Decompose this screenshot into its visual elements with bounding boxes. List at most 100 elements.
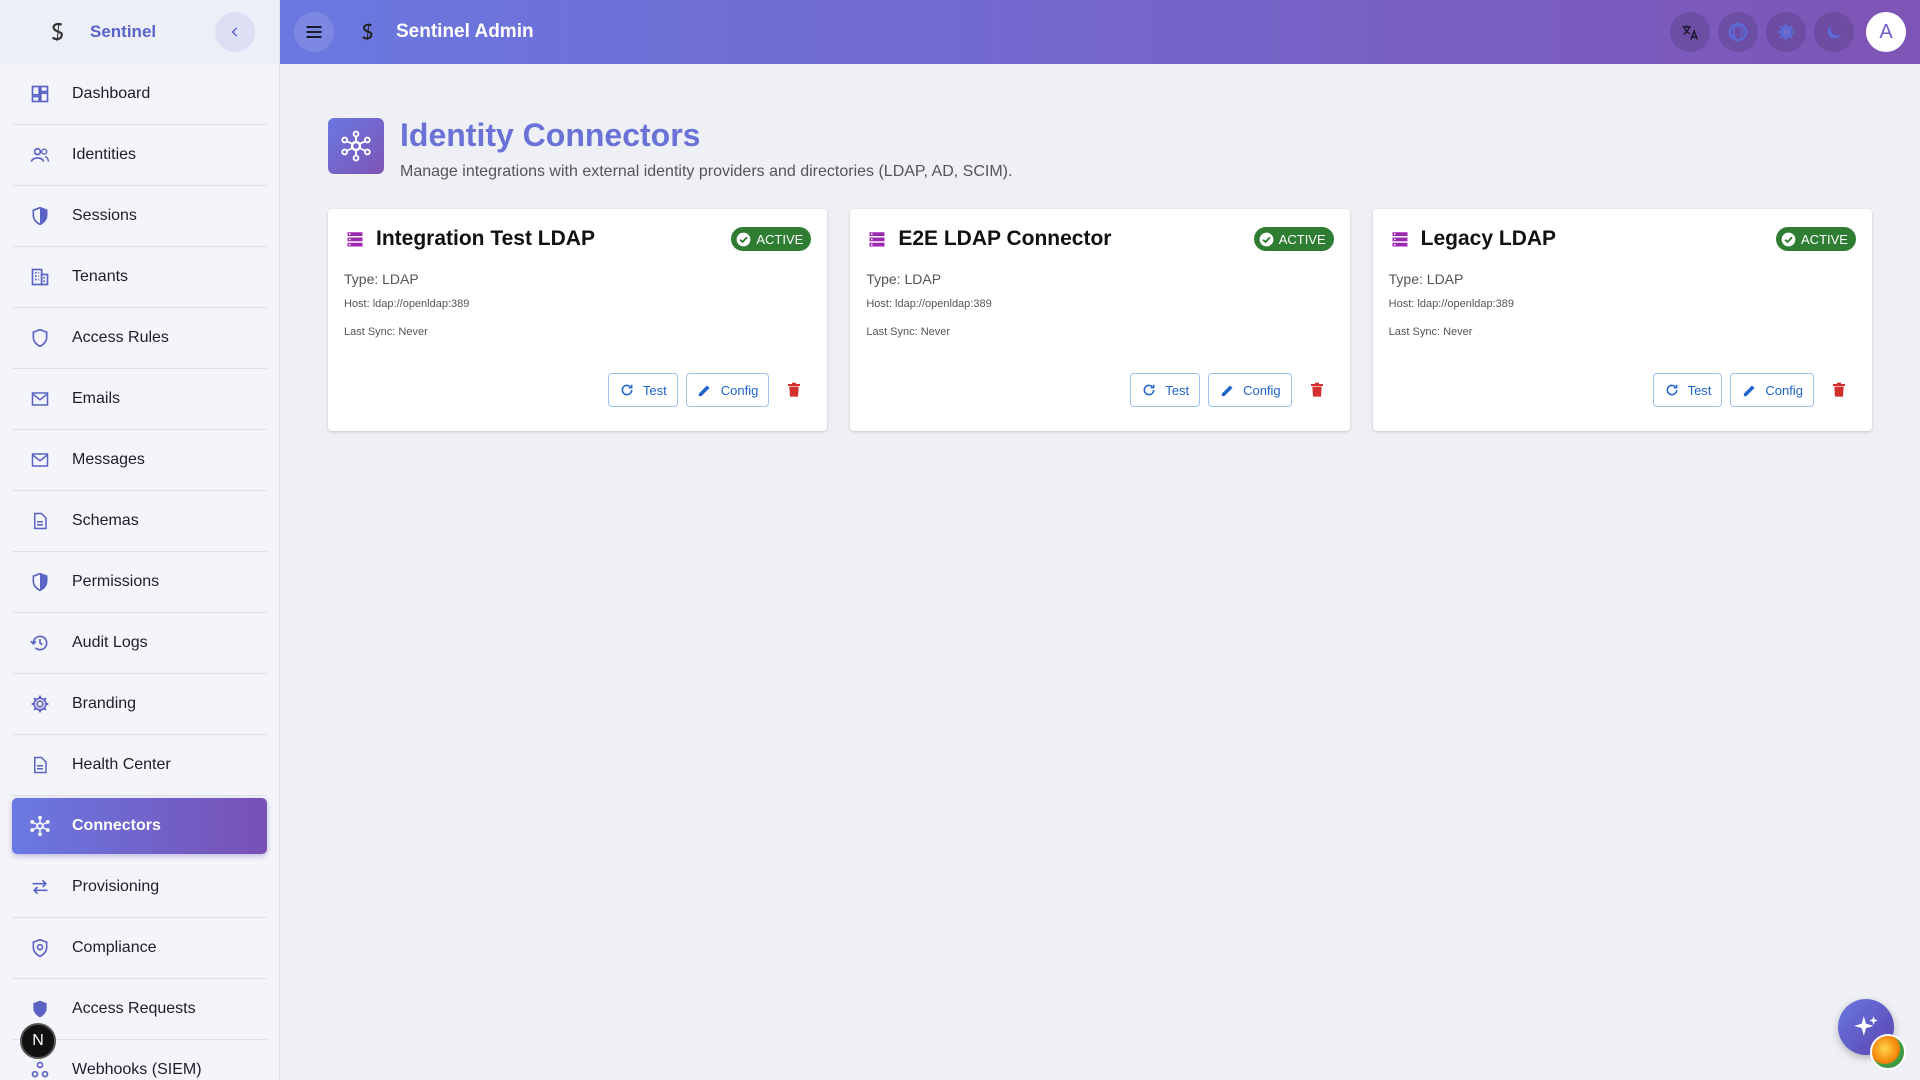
- sidebar-brand: Sentinel: [90, 22, 157, 41]
- sentinel-logo-icon: [46, 20, 70, 44]
- sidebar-item-access-rules[interactable]: Access Rules: [12, 308, 267, 369]
- delete-button[interactable]: [777, 373, 811, 407]
- sidebar-item-provisioning[interactable]: Provisioning: [12, 857, 267, 918]
- status-label: ACTIVE: [756, 231, 804, 247]
- card-actions: Test Config: [607, 373, 811, 408]
- dev-tools-button[interactable]: N: [20, 1023, 56, 1059]
- sidebar-item-label: Sessions: [72, 207, 137, 224]
- delete-button[interactable]: [1822, 373, 1856, 407]
- refresh-icon: [1664, 382, 1680, 398]
- sidebar-item-label: Provisioning: [72, 878, 160, 895]
- connector-type: Type: LDAP: [1388, 271, 1464, 288]
- shield-check-icon: [28, 936, 52, 960]
- sidebar-item-label: Emails: [72, 390, 121, 407]
- connector-type: Type: LDAP: [866, 271, 942, 288]
- config-button-label: Config: [1765, 382, 1803, 398]
- sidebar-item-label: Audit Logs: [72, 634, 148, 651]
- pencil-icon: [1741, 382, 1757, 398]
- card-actions: Test Config: [1130, 373, 1334, 408]
- status-badge: ACTIVE: [1253, 227, 1334, 252]
- status-badge: ACTIVE: [1776, 227, 1856, 252]
- webhook-icon: [28, 1058, 52, 1080]
- trash-icon: [1832, 382, 1845, 397]
- swap-icon: [28, 875, 52, 899]
- sidebar-item-label: Access Rules: [72, 329, 169, 346]
- settings-button[interactable]: [1766, 12, 1806, 52]
- translate-button[interactable]: [1670, 12, 1710, 52]
- config-button-label: Config: [720, 382, 759, 398]
- refresh-icon: [619, 382, 635, 398]
- connector-last-sync: Last Sync: Never: [1388, 326, 1473, 339]
- connector-name: Legacy LDAP: [1420, 227, 1557, 251]
- config-button[interactable]: Config: [1208, 373, 1292, 408]
- check-circle-icon: [1781, 232, 1796, 247]
- test-button[interactable]: Test: [1130, 373, 1201, 408]
- sidebar-item-connectors[interactable]: Connectors: [12, 798, 267, 854]
- sparkle-icon: [1854, 1016, 1878, 1036]
- config-button[interactable]: Config: [1730, 373, 1814, 408]
- trash-icon: [1310, 382, 1323, 397]
- sidebar-item-label: Messages: [72, 451, 145, 468]
- sidebar-item-messages[interactable]: Messages: [12, 430, 267, 491]
- shield-outline-icon: [28, 326, 52, 350]
- sidebar-item-emails[interactable]: Emails: [12, 369, 267, 430]
- hub-icon: [328, 118, 384, 174]
- shield-lock-icon: [28, 997, 52, 1021]
- config-button[interactable]: Config: [685, 373, 770, 408]
- main-content: Identity Connectors Manage integrations …: [280, 64, 1920, 1080]
- sidebar-item-health-center[interactable]: Health Center: [12, 735, 267, 796]
- sidebar-item-label: Dashboard: [72, 85, 151, 102]
- document-icon: [28, 509, 52, 533]
- shield-half-icon: [28, 570, 52, 594]
- sidebar-item-sessions[interactable]: Sessions: [12, 186, 267, 247]
- sidebar-item-audit-logs[interactable]: Audit Logs: [12, 613, 267, 674]
- github-button[interactable]: [1718, 12, 1758, 52]
- storage-icon: [1389, 228, 1411, 250]
- sidebar-item-permissions[interactable]: Permissions: [12, 552, 267, 613]
- config-button-label: Config: [1243, 382, 1281, 398]
- connector-cards: Integration Test LDAP ACTIVE Type: LDAP …: [328, 209, 1872, 432]
- connector-host: Host: ldap://openldap:389: [344, 298, 470, 311]
- sidebar-item-schemas[interactable]: Schemas: [12, 491, 267, 552]
- sidebar-item-label: Webhooks (SIEM): [72, 1061, 202, 1078]
- page-title: Identity Connectors: [400, 117, 701, 153]
- sidebar-item-branding[interactable]: Branding: [12, 674, 267, 735]
- test-button-label: Test: [1165, 382, 1190, 398]
- people-icon: [28, 143, 52, 167]
- history-icon: [28, 631, 52, 655]
- hub-icon: [28, 814, 52, 838]
- page-subtitle: Manage integrations with external identi…: [400, 163, 1013, 181]
- connector-host: Host: ldap://openldap:389: [866, 298, 992, 311]
- connector-card: Integration Test LDAP ACTIVE Type: LDAP …: [328, 209, 828, 432]
- sidebar-item-label: Compliance: [72, 939, 157, 956]
- sidebar-item-compliance[interactable]: Compliance: [12, 918, 267, 979]
- sidebar-item-dashboard[interactable]: Dashboard: [12, 64, 267, 125]
- connector-type: Type: LDAP: [344, 271, 419, 288]
- collapse-sidebar-button[interactable]: [215, 12, 255, 52]
- test-button[interactable]: Test: [607, 373, 678, 408]
- sidebar-item-identities[interactable]: Identities: [12, 125, 267, 186]
- test-button[interactable]: Test: [1652, 373, 1723, 408]
- dark-mode-toggle[interactable]: [1814, 12, 1854, 52]
- test-button-label: Test: [1687, 382, 1712, 398]
- connector-name: Integration Test LDAP: [376, 227, 595, 251]
- sidebar-item-tenants[interactable]: Tenants: [12, 247, 267, 308]
- sidebar-item-label: Health Center: [72, 756, 171, 773]
- connector-host: Host: ldap://openldap:389: [1388, 298, 1515, 311]
- sidebar-header: Sentinel: [0, 0, 279, 64]
- sidebar-item-label: Connectors: [72, 817, 161, 834]
- dark-mode-icon: [1827, 25, 1841, 39]
- page-header: Identity Connectors Manage integrations …: [328, 117, 1872, 181]
- delete-button[interactable]: [1300, 373, 1334, 407]
- settings-icon: [1777, 23, 1795, 41]
- sidebar-item-label: Identities: [72, 146, 137, 163]
- connector-name: E2E LDAP Connector: [898, 227, 1112, 251]
- sentinel-logo-icon: [356, 20, 380, 44]
- refresh-icon: [1141, 382, 1157, 398]
- mail-icon: [28, 448, 52, 472]
- dashboard-icon: [28, 82, 52, 106]
- menu-button[interactable]: [294, 12, 334, 52]
- user-avatar[interactable]: A: [1866, 12, 1906, 52]
- sidebar-item-label: Tenants: [72, 268, 129, 285]
- top-app-bar: Sentinel Admin A: [280, 0, 1920, 64]
